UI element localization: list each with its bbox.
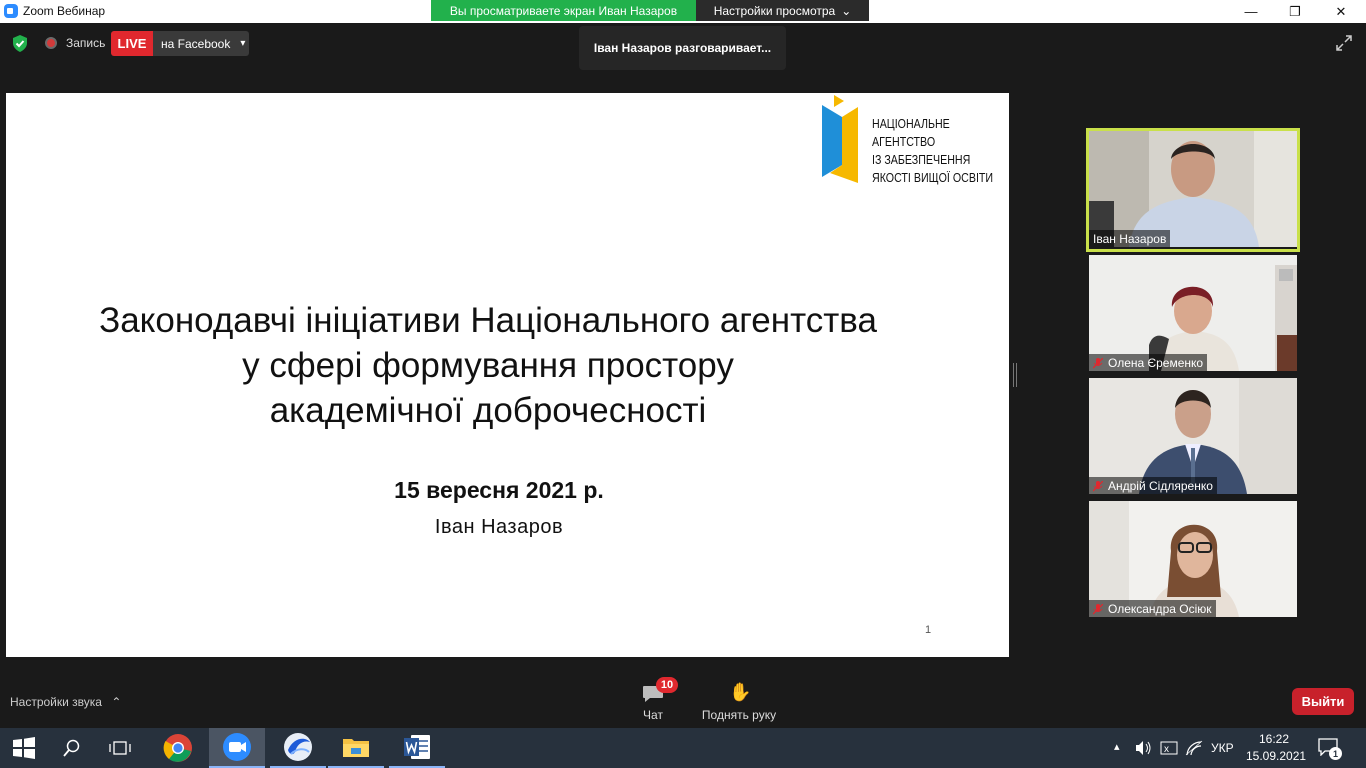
minimize-button[interactable]: — — [1228, 0, 1274, 23]
search-icon — [63, 739, 80, 757]
close-button[interactable]: ✕ — [1318, 0, 1364, 23]
raise-hand-label: Поднять руку — [701, 708, 777, 722]
taskbar-zoom[interactable] — [209, 728, 265, 768]
live-stream-menu[interactable]: на Facebook ▾ — [153, 31, 249, 56]
video-tile[interactable]: Олена Єременко — [1089, 255, 1297, 371]
speaking-notification: Іван Назаров разговаривает... — [579, 26, 786, 70]
naqa-logo-text: НАЦІОНАЛЬНЕ АГЕНТСТВО ІЗ ЗАБЕЗПЕЧЕННЯ ЯК… — [872, 116, 994, 185]
notification-count-badge: 1 — [1329, 747, 1342, 760]
chat-unread-badge: 10 — [656, 677, 678, 693]
slide-author: Іван Назаров — [434, 516, 564, 538]
slide-page-number: 1 — [925, 624, 932, 636]
shared-screen-slide: НАЦІОНАЛЬНЕ АГЕНТСТВО ІЗ ЗАБЕЗПЕЧЕННЯ ЯК… — [6, 93, 1009, 657]
participant-name: Іван Назаров — [1089, 230, 1171, 247]
restore-button[interactable]: ❐ — [1272, 0, 1318, 23]
volume-icon[interactable] — [1135, 740, 1153, 756]
screen-share-banner: Вы просматриваете экран Иван Назаров — [431, 0, 696, 21]
splitter-handle[interactable] — [1013, 363, 1017, 387]
participant-name: Олександра Осіюк — [1089, 600, 1216, 617]
participant-name: Олена Єременко — [1089, 354, 1208, 371]
zoom-app-icon — [4, 4, 18, 18]
word-icon — [404, 735, 430, 759]
file-explorer-icon — [343, 739, 369, 757]
task-view-icon — [109, 741, 131, 755]
video-tile[interactable]: Іван Назаров — [1089, 131, 1297, 247]
recording-label[interactable]: Запись — [66, 36, 105, 50]
slide-title-line-3: академічної доброчесності — [269, 391, 707, 430]
raise-hand-button[interactable]: ✋ Поднять руку — [696, 680, 782, 724]
naqa-logo-icon — [822, 95, 858, 183]
recording-icon — [45, 37, 57, 49]
leave-button[interactable]: Выйти — [1292, 688, 1354, 715]
zoom-icon — [223, 733, 251, 761]
network-icon[interactable] — [1185, 740, 1203, 756]
taskbar-chrome[interactable] — [150, 728, 206, 768]
slide-date: 15 вересня 2021 р. — [394, 477, 604, 503]
mic-muted-icon — [1093, 603, 1103, 614]
svg-text:x: x — [1164, 744, 1169, 755]
video-tile[interactable]: Олександра Осіюк — [1089, 501, 1297, 617]
raise-hand-icon: ✋ — [729, 682, 752, 702]
slide-title-line-2: у сфері формування простору — [242, 346, 734, 385]
taskbar-browser[interactable] — [270, 728, 326, 768]
chevron-up-icon: ⌃ — [111, 695, 122, 709]
input-language-indicator[interactable]: УКР — [1211, 741, 1234, 755]
windows-taskbar: ▴ x УКР 16:22 15.09.2021 1 — [0, 728, 1366, 768]
dropdown-arrow-icon: ▾ — [240, 38, 246, 49]
window-title: Zoom Вебинар — [23, 4, 106, 18]
task-view-button[interactable] — [96, 728, 144, 768]
clock-date: 15.09.2021 — [1246, 749, 1307, 763]
fullscreen-icon[interactable] — [1336, 35, 1352, 51]
participant-name: Андрій Сідляренко — [1089, 477, 1217, 494]
live-target-label: на Facebook — [161, 36, 231, 51]
browser-icon — [284, 733, 312, 761]
keyboard-language-icon[interactable]: x — [1160, 739, 1178, 757]
chat-button[interactable]: 10 Чат — [632, 677, 678, 724]
show-hidden-icons-button[interactable]: ▴ — [1114, 740, 1120, 753]
screen-share-text: Вы просматриваете экран Иван Назаров — [449, 3, 678, 18]
audio-settings-button[interactable]: Настройки звука ⌃ — [10, 695, 121, 709]
slide-title-line-1: Законодавчі ініціативи Національного аге… — [99, 301, 877, 340]
windows-start-icon — [13, 737, 35, 759]
security-shield-icon[interactable] — [12, 35, 28, 52]
action-center-button[interactable]: 1 — [1318, 738, 1342, 760]
mic-muted-icon — [1093, 357, 1103, 368]
taskbar-clock[interactable]: 16:22 15.09.2021 — [1246, 731, 1307, 765]
chevron-down-icon: ⌄ — [841, 3, 852, 18]
view-options-button[interactable]: Настройки просмотра ⌄ — [696, 0, 869, 21]
view-options-label: Настройки просмотра — [713, 3, 836, 18]
live-badge: LIVE — [111, 31, 153, 56]
slide-title: Законодавчі ініціативи Національного аге… — [6, 298, 970, 433]
clock-time: 16:22 — [1258, 732, 1290, 746]
chat-label: Чат — [643, 708, 663, 722]
mic-muted-icon — [1093, 480, 1103, 491]
taskbar-word[interactable] — [389, 728, 445, 768]
taskbar-explorer[interactable] — [328, 728, 384, 768]
search-button[interactable] — [48, 728, 96, 768]
chrome-icon — [163, 734, 192, 762]
audio-settings-label: Настройки звука — [10, 695, 102, 709]
video-tile[interactable]: Андрій Сідляренко — [1089, 378, 1297, 494]
start-button[interactable] — [0, 728, 48, 768]
